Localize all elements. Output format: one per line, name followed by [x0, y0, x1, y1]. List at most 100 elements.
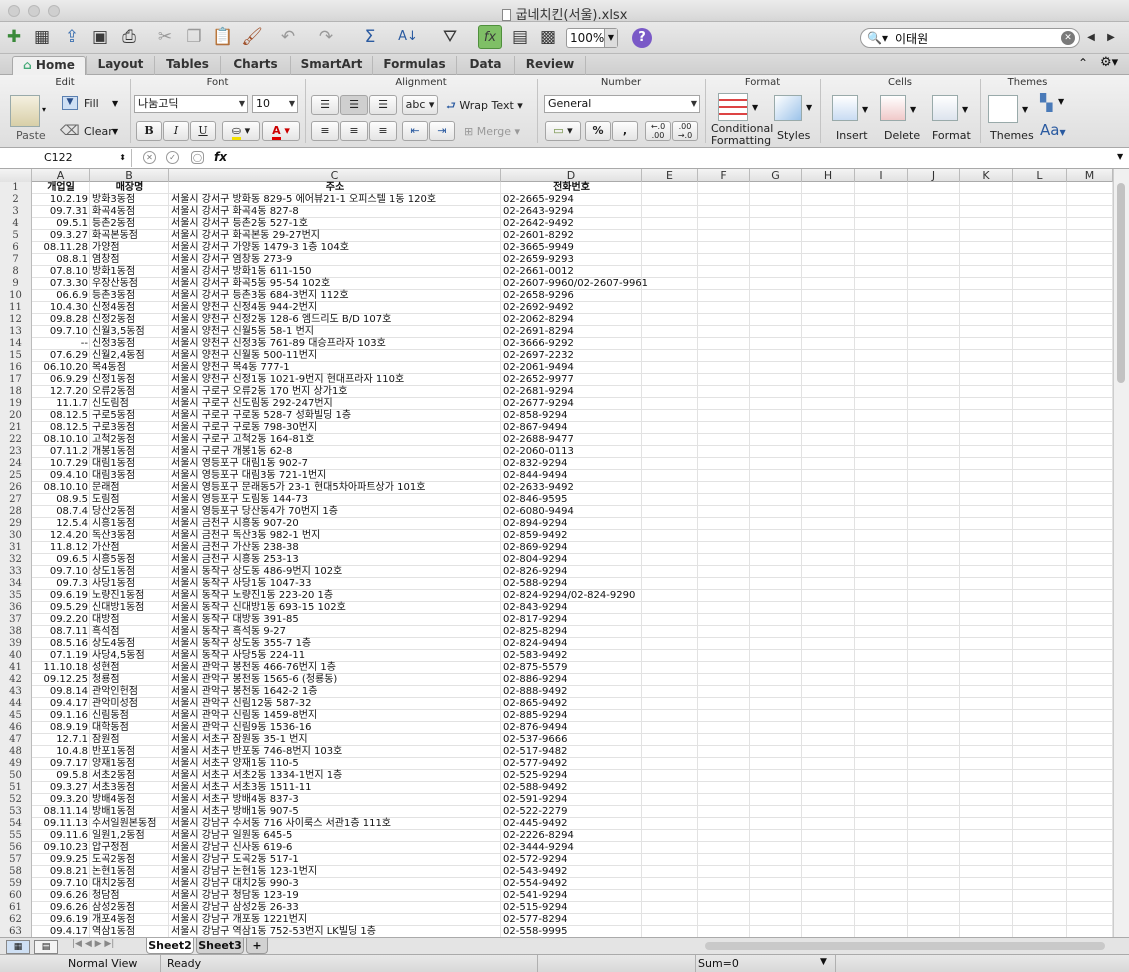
row-number[interactable]: 26 — [0, 482, 32, 494]
row-number[interactable]: 31 — [0, 542, 32, 554]
row-number[interactable]: 58 — [0, 866, 32, 878]
cell-phone[interactable]: 02-885-9294 — [501, 710, 642, 722]
cell-store-name[interactable]: 성현점 — [90, 662, 169, 674]
sort-icon[interactable]: A↓ — [396, 25, 420, 49]
cell-date[interactable]: 09.5.1 — [32, 218, 90, 230]
cell-phone[interactable]: 02-865-9492 — [501, 698, 642, 710]
minimize-window-button[interactable] — [28, 5, 40, 17]
italic-button[interactable]: I — [163, 121, 189, 141]
conditional-formatting-button[interactable]: Conditional Formatting — [711, 123, 773, 147]
column-header[interactable]: J — [908, 169, 960, 182]
chevron-down-icon[interactable]: ▼ — [1022, 105, 1028, 114]
cell-address[interactable]: 서울시 서초구 방배1동 907-5 — [169, 806, 501, 818]
cell-date[interactable]: 06.6.9 — [32, 290, 90, 302]
cell-store-name[interactable]: 매장명 — [90, 182, 169, 194]
cell-address[interactable]: 서울시 강서구 등촌2동 527-1호 — [169, 218, 501, 230]
cell-store-name[interactable]: 대방점 — [90, 614, 169, 626]
merge-button[interactable]: ⊞ Merge ▾ — [464, 125, 520, 138]
themes-icon[interactable] — [988, 95, 1018, 123]
cell-phone[interactable]: 02-522-2279 — [501, 806, 642, 818]
column-header[interactable]: A — [32, 169, 90, 182]
cell-phone[interactable]: 02-888-9492 — [501, 686, 642, 698]
cell-phone[interactable]: 02-525-9294 — [501, 770, 642, 782]
cell-address[interactable]: 서울시 관악구 봉천동 466-76번지 1층 — [169, 662, 501, 674]
cell-address[interactable]: 서울시 구로구 구로동 798-30번지 — [169, 422, 501, 434]
search-input[interactable] — [895, 30, 1055, 46]
font-size-select[interactable]: 10 ▼ — [252, 95, 298, 113]
cell-date[interactable]: 09.2.20 — [32, 614, 90, 626]
align-bottom-button[interactable]: ☰ — [369, 95, 397, 115]
paste-icon[interactable]: 📋 — [211, 25, 235, 49]
row-number[interactable]: 7 — [0, 254, 32, 266]
cell-address[interactable]: 서울시 금천구 가산동 238-38 — [169, 542, 501, 554]
clear-button[interactable]: Clear — [84, 125, 113, 138]
cell-store-name[interactable]: 서초3동점 — [90, 782, 169, 794]
row-number[interactable]: 45 — [0, 710, 32, 722]
open-icon[interactable]: ⇪ — [60, 25, 84, 49]
select-all-corner[interactable] — [0, 169, 32, 182]
cell-store-name[interactable]: 방배1동점 — [90, 806, 169, 818]
cell-date[interactable]: 09.3.27 — [32, 230, 90, 242]
cell-address[interactable]: 서울시 강서구 등촌3동 684-3번지 112호 — [169, 290, 501, 302]
comma-button[interactable]: , — [612, 121, 638, 141]
row-number[interactable]: 52 — [0, 794, 32, 806]
cell-store-name[interactable]: 신정4동점 — [90, 302, 169, 314]
copy-icon[interactable]: ❐ — [182, 25, 206, 49]
cell-phone[interactable]: 02-869-9294 — [501, 542, 642, 554]
cell-phone[interactable]: 02-858-9294 — [501, 410, 642, 422]
cell-address[interactable]: 서울시 강남구 수서동 716 사이룩스 서관1층 111호 — [169, 818, 501, 830]
sheet-tab-sheet3[interactable]: Sheet3 — [196, 938, 244, 954]
page-layout-view-icon[interactable]: ▤ — [34, 940, 58, 954]
cell-address[interactable]: 서울시 양천구 신월동 500-11번지 — [169, 350, 501, 362]
cell-phone[interactable]: 02-541-9294 — [501, 890, 642, 902]
templates-icon[interactable]: ▦ — [30, 25, 54, 49]
cell-address[interactable]: 서울시 강남구 대치2동 990-3 — [169, 878, 501, 890]
row-number[interactable]: 14 — [0, 338, 32, 350]
cell-store-name[interactable]: 상도1동점 — [90, 566, 169, 578]
cell-address[interactable]: 서울시 양천구 신정3동 761-89 대승프라자 103호 — [169, 338, 501, 350]
name-box[interactable]: C122 ⬍ — [0, 149, 132, 167]
cell-phone[interactable]: 02-543-9492 — [501, 866, 642, 878]
cell-address[interactable]: 서울시 강서구 가양동 1479-3 1층 104호 — [169, 242, 501, 254]
row-number[interactable]: 37 — [0, 614, 32, 626]
save-icon[interactable]: ▣ — [88, 25, 112, 49]
cell-phone[interactable]: 02-2661-0012 — [501, 266, 642, 278]
row-number[interactable]: 12 — [0, 314, 32, 326]
column-header[interactable]: H — [802, 169, 855, 182]
cell-phone[interactable]: 02-445-9492 — [501, 818, 642, 830]
column-header[interactable]: C — [169, 169, 501, 182]
row-number[interactable]: 39 — [0, 638, 32, 650]
cell-date[interactable]: 09.7.3 — [32, 578, 90, 590]
cell-phone[interactable]: 02-2692-9492 — [501, 302, 642, 314]
delete-button[interactable]: Delete — [884, 129, 920, 142]
cell-phone[interactable]: 02-558-9995 — [501, 926, 642, 937]
row-number[interactable]: 23 — [0, 446, 32, 458]
orientation-button[interactable]: abc ▾ — [402, 95, 438, 115]
cell-store-name[interactable]: 신도림점 — [90, 398, 169, 410]
row-number[interactable]: 62 — [0, 914, 32, 926]
cell-date[interactable]: 08.9.5 — [32, 494, 90, 506]
normal-view-icon[interactable]: ▦ — [6, 940, 30, 954]
cell-store-name[interactable]: 목4동점 — [90, 362, 169, 374]
cell-store-name[interactable]: 당산2동점 — [90, 506, 169, 518]
cell-date[interactable]: 07.8.10 — [32, 266, 90, 278]
themes-button[interactable]: Themes — [990, 129, 1034, 142]
cell-store-name[interactable]: 논현1동점 — [90, 866, 169, 878]
row-number[interactable]: 17 — [0, 374, 32, 386]
row-number[interactable]: 3 — [0, 206, 32, 218]
cell-phone[interactable]: 02-2688-9477 — [501, 434, 642, 446]
cell-date[interactable]: 09.1.16 — [32, 710, 90, 722]
row-number[interactable]: 40 — [0, 650, 32, 662]
cell-store-name[interactable]: 흑석점 — [90, 626, 169, 638]
cell-date[interactable]: 12.4.20 — [32, 530, 90, 542]
align-middle-button[interactable]: ☰ — [340, 95, 368, 115]
row-number[interactable]: 21 — [0, 422, 32, 434]
cell-date[interactable]: 08.11.28 — [32, 242, 90, 254]
cell-date[interactable]: 10.4.30 — [32, 302, 90, 314]
cell-address[interactable]: 서울시 동작구 신대방1동 693-15 102호 — [169, 602, 501, 614]
cell-date[interactable]: 11.8.12 — [32, 542, 90, 554]
cell-date[interactable]: 09.7.10 — [32, 878, 90, 890]
sheet-tab-sheet2[interactable]: Sheet2 — [146, 938, 194, 954]
cell-date[interactable]: 11.1.7 — [32, 398, 90, 410]
cell-address[interactable]: 서울시 동작구 노량진1동 223-20 1층 — [169, 590, 501, 602]
